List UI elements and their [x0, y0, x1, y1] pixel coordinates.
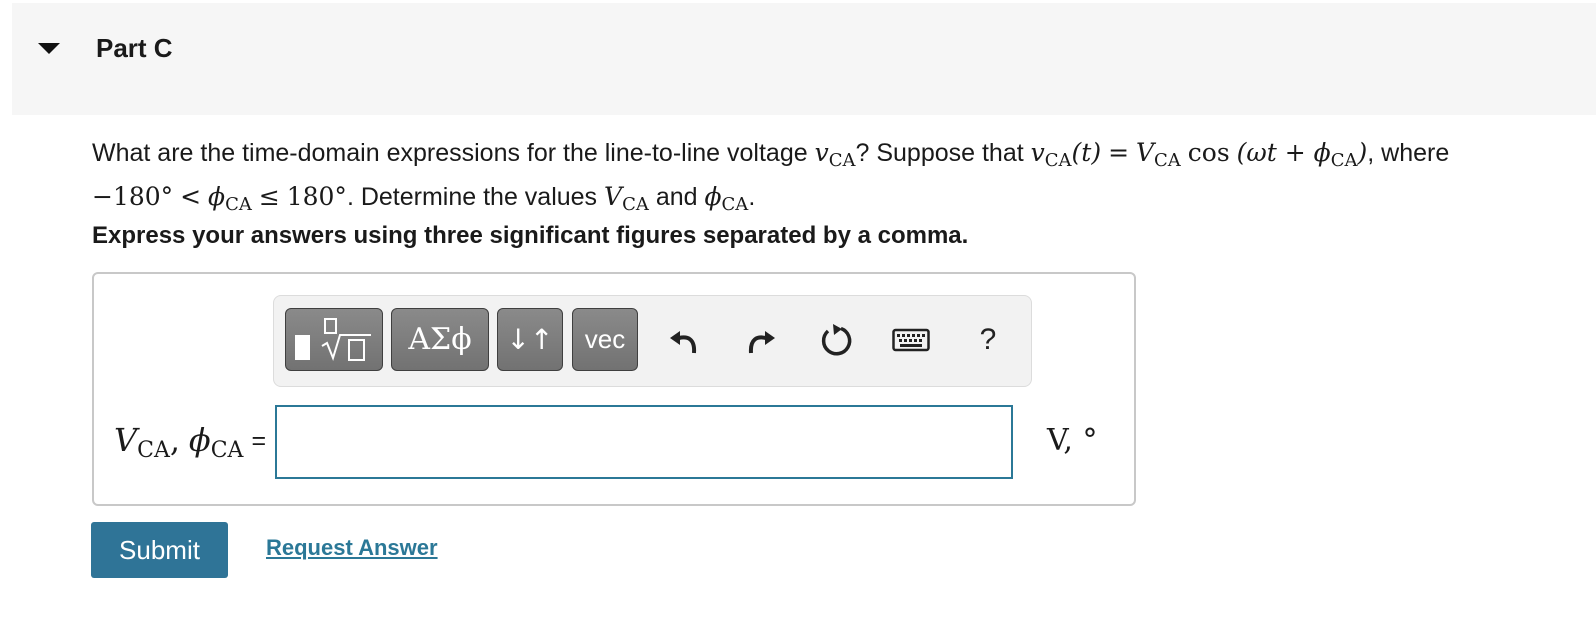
- greek-symbols-button[interactable]: ΑΣϕ: [391, 308, 489, 371]
- part-header: [12, 3, 1596, 115]
- keyboard-button[interactable]: [889, 310, 933, 370]
- fraction-root-template-icon: [295, 317, 371, 361]
- page: Part C What are the time-domain expressi…: [0, 0, 1596, 642]
- math-v-ca: vCA: [814, 138, 856, 171]
- undo-button[interactable]: [664, 310, 704, 370]
- lhs-V-ca: VCA: [114, 421, 170, 463]
- units-label: V, °: [1047, 423, 1098, 458]
- math-equals: =: [1108, 138, 1130, 167]
- help-label: ?: [979, 323, 997, 356]
- question-text-3: , where: [1367, 139, 1450, 167]
- math-toolbar: ΑΣϕ ↓↑ vec ?: [273, 295, 1032, 387]
- math-phi-ca-2: ϕCA: [704, 182, 749, 215]
- question-text-2: ? Suppose that: [855, 139, 1024, 167]
- question-text: What are the time-domain expressions for…: [92, 135, 1562, 223]
- math-v-ca-t: vCA(t): [1030, 138, 1102, 171]
- question-text-6: .: [748, 183, 756, 211]
- collapse-triangle-icon[interactable]: [38, 43, 60, 54]
- math-le: ≤: [258, 182, 280, 211]
- greek-symbols-label: ΑΣϕ: [408, 322, 472, 357]
- question-text-1: What are the time-domain expressions for…: [92, 139, 808, 167]
- math-minus-180: −180°: [92, 182, 174, 211]
- redo-icon: [748, 331, 775, 354]
- help-button[interactable]: ?: [971, 310, 1005, 370]
- math-phi-ca: ϕCA: [208, 182, 252, 215]
- instruction-text: Express your answers using three signifi…: [92, 222, 969, 249]
- reset-button[interactable]: [815, 310, 859, 370]
- part-title: Part C: [96, 33, 173, 63]
- arrows-button[interactable]: ↓↑: [497, 308, 563, 371]
- math-phase-expr: (ωt + ϕCA): [1236, 138, 1368, 171]
- math-cos: cos: [1187, 138, 1230, 167]
- vector-button[interactable]: vec: [572, 308, 638, 371]
- question-text-5: and: [655, 183, 698, 211]
- question-text-4: . Determine the values: [346, 183, 598, 211]
- vector-label: vec: [584, 324, 626, 354]
- math-V-ca-2: VCA: [604, 182, 649, 215]
- submit-button[interactable]: Submit: [91, 522, 228, 578]
- math-lt: <: [180, 182, 202, 211]
- answer-input[interactable]: [275, 405, 1013, 479]
- lhs-equals: =: [251, 427, 267, 455]
- request-answer-link[interactable]: Request Answer: [266, 535, 438, 561]
- reset-icon: [821, 324, 852, 356]
- math-180: 180°: [286, 182, 347, 211]
- math-V-ca: VCA: [1135, 138, 1181, 171]
- redo-button[interactable]: [741, 310, 781, 370]
- answer-variable-label: VCA, ϕCA =: [114, 421, 267, 463]
- lhs-phi-ca: ϕCA: [188, 421, 244, 463]
- undo-icon: [670, 331, 697, 354]
- arrows-icon: ↓↑: [506, 323, 554, 356]
- template-button[interactable]: [285, 308, 383, 371]
- keyboard-icon: [892, 328, 930, 352]
